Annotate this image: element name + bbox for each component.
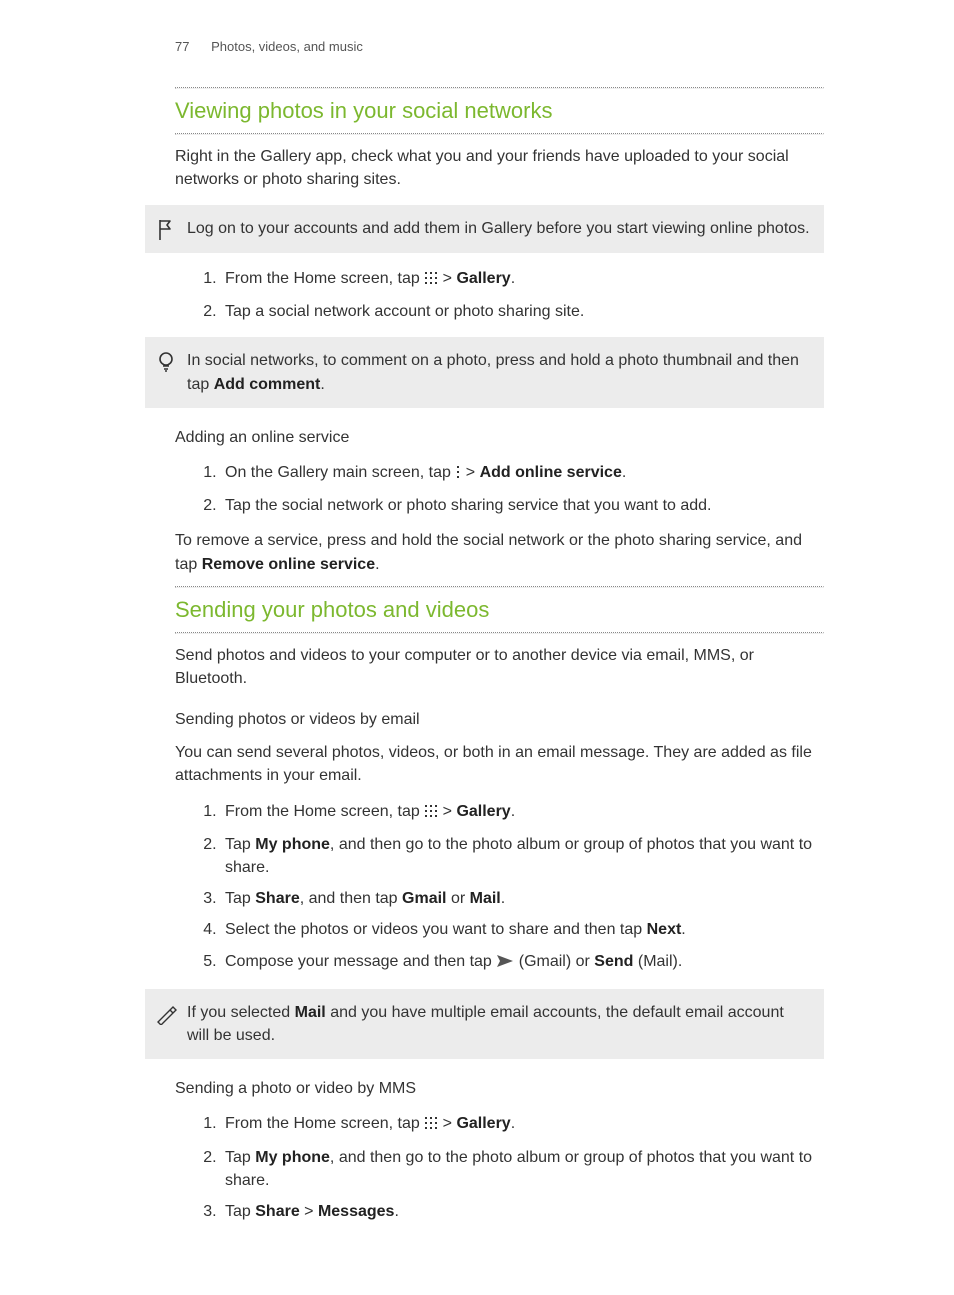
intro-paragraph: Right in the Gallery app, check what you… bbox=[175, 145, 824, 191]
step-item: On the Gallery main screen, tap > Add on… bbox=[221, 461, 824, 486]
send-icon bbox=[496, 952, 514, 975]
callout-note: If you selected Mail and you have multip… bbox=[145, 989, 824, 1059]
step-item: Compose your message and then tap (Gmail… bbox=[221, 950, 824, 975]
email-intro: You can send several photos, videos, or … bbox=[175, 741, 824, 787]
apps-grid-icon bbox=[424, 269, 438, 292]
steps-list-email: From the Home screen, tap > Gallery. Tap… bbox=[175, 800, 824, 975]
overflow-menu-icon bbox=[455, 463, 461, 486]
step-item: Tap the social network or photo sharing … bbox=[221, 494, 824, 517]
divider bbox=[175, 87, 824, 89]
pen-icon bbox=[145, 1001, 187, 1025]
remove-service-paragraph: To remove a service, press and hold the … bbox=[175, 529, 824, 575]
callout-text: In social networks, to comment on a phot… bbox=[187, 349, 810, 395]
divider bbox=[175, 133, 824, 135]
step-item: Select the photos or videos you want to … bbox=[221, 918, 824, 941]
step-item: Tap My phone, and then go to the photo a… bbox=[221, 1146, 824, 1192]
intro-paragraph: Send photos and videos to your computer … bbox=[175, 644, 824, 690]
divider bbox=[175, 586, 824, 588]
sub-heading-adding-service: Adding an online service bbox=[175, 426, 824, 449]
step-item: Tap Share > Messages. bbox=[221, 1200, 824, 1223]
breadcrumb: Photos, videos, and music bbox=[211, 39, 363, 54]
callout-text: Log on to your accounts and add them in … bbox=[187, 217, 810, 240]
sub-heading-mms: Sending a photo or video by MMS bbox=[175, 1077, 824, 1100]
apps-grid-icon bbox=[424, 802, 438, 825]
step-item: Tap Share, and then tap Gmail or Mail. bbox=[221, 887, 824, 910]
step-item: Tap a social network account or photo sh… bbox=[221, 300, 824, 323]
step-item: From the Home screen, tap > Gallery. bbox=[221, 1112, 824, 1137]
steps-list-social: From the Home screen, tap > Gallery. Tap… bbox=[175, 267, 824, 323]
section-heading-sending: Sending your photos and videos bbox=[175, 594, 824, 626]
section-heading-viewing: Viewing photos in your social networks bbox=[175, 95, 824, 127]
apps-grid-icon bbox=[424, 1114, 438, 1137]
steps-list-mms: From the Home screen, tap > Gallery. Tap… bbox=[175, 1112, 824, 1223]
page-header: 77 Photos, videos, and music bbox=[175, 38, 824, 57]
page-number: 77 bbox=[175, 39, 189, 54]
steps-list-add-service: On the Gallery main screen, tap > Add on… bbox=[175, 461, 824, 517]
step-item: From the Home screen, tap > Gallery. bbox=[221, 800, 824, 825]
sub-heading-email: Sending photos or videos by email bbox=[175, 708, 824, 731]
document-page: 77 Photos, videos, and music Viewing pho… bbox=[0, 0, 954, 1295]
callout-tip: In social networks, to comment on a phot… bbox=[145, 337, 824, 407]
lightbulb-icon bbox=[145, 349, 187, 373]
gallery-label: Gallery bbox=[456, 270, 510, 287]
step-item: Tap My phone, and then go to the photo a… bbox=[221, 833, 824, 879]
flag-icon bbox=[145, 217, 187, 241]
step-item: From the Home screen, tap > Gallery. bbox=[221, 267, 824, 292]
callout-prerequisite: Log on to your accounts and add them in … bbox=[145, 205, 824, 253]
divider bbox=[175, 632, 824, 634]
callout-text: If you selected Mail and you have multip… bbox=[187, 1001, 810, 1047]
